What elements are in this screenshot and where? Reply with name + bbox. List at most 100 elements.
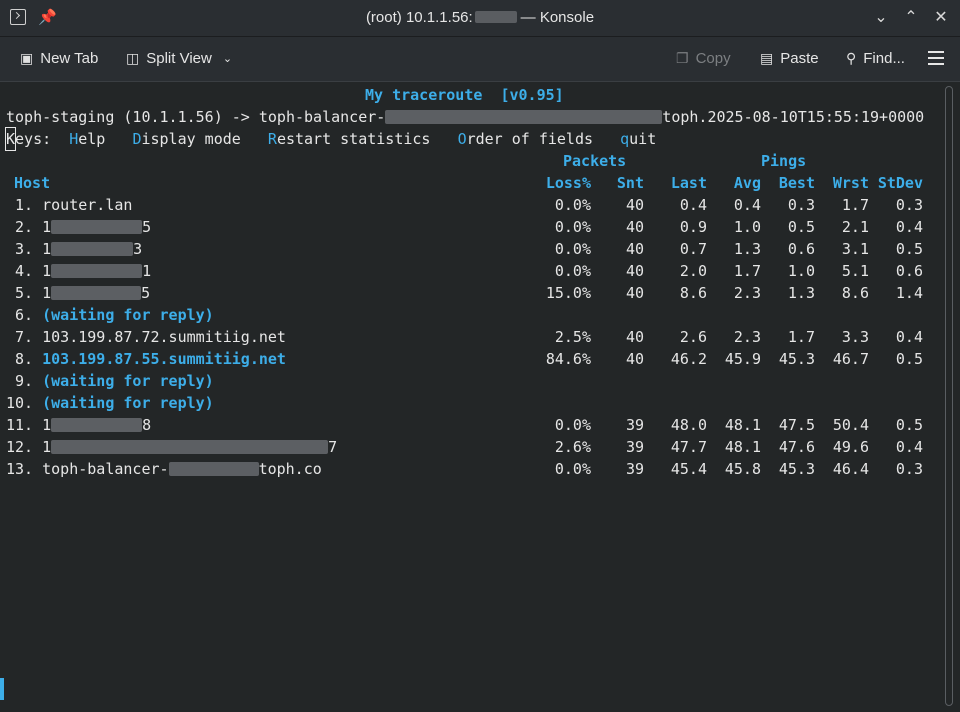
- activity-marker: [0, 678, 4, 700]
- copy-label: Copy: [695, 50, 731, 67]
- pings-group-header: Pings: [761, 152, 807, 170]
- cell-stdev: 1.4: [895, 284, 923, 302]
- split-view-button[interactable]: ◫ Split View ⌄: [126, 50, 232, 67]
- cell-avg: 1.3: [733, 240, 761, 258]
- cell-last: 0.9: [679, 218, 707, 236]
- cell-snt: 40: [625, 240, 644, 258]
- table-row: 5. 1 5: [6, 282, 150, 304]
- hop-host-end: 1: [142, 262, 152, 280]
- column-header-host: Host: [14, 174, 51, 192]
- cell-loss: 0.0%: [554, 218, 591, 236]
- cell-wrst: 3.3: [841, 328, 869, 346]
- cell-last: 0.4: [679, 196, 707, 214]
- cell-avg: 2.3: [733, 284, 761, 302]
- key-quit: uit: [629, 130, 657, 148]
- key-restart: estart statistics: [276, 130, 431, 148]
- chevron-up-icon[interactable]: ⌃: [901, 8, 921, 28]
- column-header-wrst: Wrst: [832, 174, 869, 192]
- hop-host: (waiting for reply): [42, 372, 214, 390]
- hop-number: 12.: [6, 438, 34, 456]
- cell-last: 47.7: [670, 438, 707, 456]
- hop-host-end: 5: [141, 284, 151, 302]
- hop-number: 7.: [6, 328, 34, 346]
- hop-number: 9.: [6, 372, 34, 390]
- table-row: 10. (waiting for reply): [6, 392, 214, 414]
- cell-best: 47.5: [778, 416, 815, 434]
- redacted-block: [474, 11, 517, 24]
- hop-number: 13.: [6, 460, 34, 478]
- cell-stdev: 0.5: [895, 416, 923, 434]
- cell-avg: 45.9: [724, 350, 761, 368]
- cell-best: 1.0: [787, 262, 815, 280]
- cell-avg: 0.4: [733, 196, 761, 214]
- toolbar: ▣ New Tab ◫ Split View ⌄ ❐ Copy ▤ Paste …: [0, 37, 960, 82]
- copy-icon: ❐: [676, 50, 689, 66]
- cell-last: 46.2: [670, 350, 707, 368]
- chevron-down-icon[interactable]: ⌄: [871, 8, 891, 28]
- cell-avg: 1.7: [733, 262, 761, 280]
- cell-loss: 0.0%: [554, 240, 591, 258]
- key-order-hotkey: O: [457, 130, 467, 148]
- cell-best: 0.6: [787, 240, 815, 258]
- cell-last: 2.6: [679, 328, 707, 346]
- key-help: elp: [78, 130, 106, 148]
- close-icon[interactable]: ✕: [931, 8, 951, 28]
- cell-last: 8.6: [679, 284, 707, 302]
- table-row: 12. 1 7: [6, 436, 337, 458]
- cell-best: 0.3: [787, 196, 815, 214]
- table-row: 11. 1 8: [6, 414, 151, 436]
- hop-number: 3.: [6, 240, 34, 258]
- title-bar: 📌 (root) 10.1.1.56: — Konsole ⌄ ⌃ ✕: [0, 0, 960, 37]
- scrollbar-thumb[interactable]: [945, 86, 953, 706]
- route-line: toph-staging (10.1.1.56) -> toph-balance…: [6, 106, 924, 128]
- table-row: 2. 1 5: [6, 216, 151, 238]
- cell-stdev: 0.4: [895, 438, 923, 456]
- cell-wrst: 46.4: [832, 460, 869, 478]
- cell-last: 45.4: [670, 460, 707, 478]
- find-label: Find...: [863, 50, 905, 67]
- key-order: rder of fields: [466, 130, 594, 148]
- table-row: 9. (waiting for reply): [6, 370, 214, 392]
- hop-number: 2.: [6, 218, 34, 236]
- cell-stdev: 0.5: [895, 240, 923, 258]
- cell-avg: 48.1: [724, 416, 761, 434]
- window-title-prefix: (root) 10.1.1.56:: [365, 9, 473, 26]
- cell-avg: 1.0: [733, 218, 761, 236]
- cell-last: 48.0: [670, 416, 707, 434]
- column-header-loss: Loss%: [545, 174, 591, 192]
- cell-loss: 0.0%: [554, 416, 591, 434]
- route-right: toph.2025-08-10T15:55:19+0000: [662, 108, 925, 126]
- scrollbar[interactable]: [941, 82, 960, 712]
- key-help-hotkey: H: [69, 130, 79, 148]
- cell-loss: 0.0%: [554, 196, 591, 214]
- cell-avg: 2.3: [733, 328, 761, 346]
- key-restart-hotkey: R: [267, 130, 277, 148]
- column-header-last: Last: [670, 174, 707, 192]
- table-row: 6. (waiting for reply): [6, 304, 214, 326]
- cell-loss: 0.0%: [554, 460, 591, 478]
- table-row: 8. 103.199.87.55.summitiig.net: [6, 348, 286, 370]
- window-title: (root) 10.1.1.56: — Konsole: [0, 9, 960, 26]
- cell-snt: 39: [625, 460, 644, 478]
- hamburger-menu-icon[interactable]: [928, 51, 944, 69]
- new-tab-icon: ▣: [20, 50, 34, 66]
- hop-number: 8.: [6, 350, 34, 368]
- redacted-block: [51, 263, 143, 278]
- cell-wrst: 8.6: [841, 284, 869, 302]
- hop-host-end: toph.co: [258, 460, 322, 478]
- hop-host: 1: [42, 416, 52, 434]
- cell-wrst: 46.7: [832, 350, 869, 368]
- column-header-avg: Avg: [733, 174, 761, 192]
- cell-avg: 48.1: [724, 438, 761, 456]
- paste-button[interactable]: ▤ Paste: [760, 50, 819, 67]
- cell-snt: 40: [625, 196, 644, 214]
- hop-host: 103.199.87.72.summitiig.net: [42, 328, 286, 346]
- terminal-view[interactable]: My traceroute [v0.95] toph-staging (10.1…: [0, 82, 940, 712]
- cell-stdev: 0.6: [895, 262, 923, 280]
- copy-button[interactable]: ❐ Copy: [676, 50, 731, 67]
- new-tab-button[interactable]: ▣ New Tab: [20, 50, 98, 67]
- cell-loss: 2.6%: [554, 438, 591, 456]
- cell-wrst: 3.1: [841, 240, 869, 258]
- cell-snt: 40: [625, 328, 644, 346]
- find-button[interactable]: ⚲ Find...: [846, 50, 905, 67]
